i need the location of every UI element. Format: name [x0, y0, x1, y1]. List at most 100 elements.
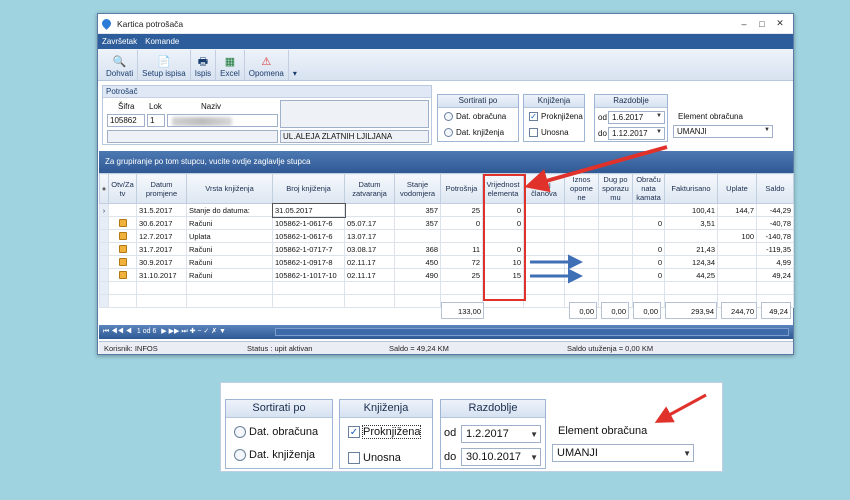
close-button[interactable]: ✕ [771, 18, 789, 29]
unposted-checkbox[interactable]: Unosna [529, 128, 569, 138]
col-header-datum-zatvaranja[interactable]: Datum zatvaranja [344, 173, 395, 204]
cell-paid[interactable] [717, 216, 757, 230]
col-header-saldo[interactable]: Saldo [756, 173, 794, 204]
cell-invoiced[interactable]: 100,41 [664, 203, 718, 217]
cell-doc[interactable]: 105862-1-0617-6 [272, 229, 345, 243]
cell-type[interactable]: Stanje do datuma: [186, 203, 273, 217]
cell-members[interactable] [523, 216, 565, 230]
cell-debt[interactable] [598, 216, 633, 230]
table-row[interactable]: 30.9.2017 Računi 105862-1-0917-8 02.11.17 45… [99, 255, 794, 269]
cell-meter[interactable] [394, 229, 441, 243]
cell-balance[interactable]: -119,35 [756, 242, 794, 256]
cell-usage[interactable]: 25 [440, 268, 483, 282]
table-row[interactable]: 30.6.2017 Računi 105862-1-0617-6 05.07.17 35… [99, 216, 794, 230]
sifra-field[interactable]: 105862 [107, 114, 145, 127]
cell-warn[interactable] [564, 268, 599, 282]
lok-field[interactable]: 1 [147, 114, 165, 127]
cell-doc[interactable]: 31.05.2017 [271, 202, 346, 218]
cell-meter[interactable]: 357 [394, 216, 441, 230]
cell-usage[interactable]: 11 [440, 242, 483, 256]
cell-closed[interactable]: 13.07.17 [344, 229, 395, 243]
date-to-select[interactable]: 1.12.2017 ▼ [608, 127, 665, 140]
col-header-broj[interactable]: Broj knjiženja [272, 173, 345, 204]
fetch-button[interactable]: 🔍 Dohvati [102, 50, 139, 80]
horizontal-scrollbar[interactable] [275, 328, 789, 336]
table-row[interactable]: 12.7.2017 Uplata 105862-1-0617-6 13.07.17 10… [99, 229, 794, 243]
zoom-sort-post-date-radio[interactable]: Dat. knjiženja [234, 449, 315, 462]
col-header-uplate[interactable]: Uplate [717, 173, 757, 204]
cell-interest[interactable]: 0 [632, 242, 665, 256]
zoom-posted-checkbox[interactable]: ✓ Proknjižena [348, 425, 422, 439]
cell-paid[interactable] [717, 242, 757, 256]
nav-first-prev-buttons[interactable]: ⏮ ◀◀ ◀ [103, 328, 132, 335]
cell-paid[interactable] [717, 255, 757, 269]
cell-date[interactable]: 31.10.2017 [136, 268, 187, 282]
cell-members[interactable] [523, 268, 565, 282]
cell-meter[interactable]: 450 [394, 255, 441, 269]
sort-by-post-date-radio[interactable]: Dat. knjiženja [444, 128, 504, 138]
cell-balance[interactable]: -140,78 [756, 229, 794, 243]
print-button[interactable]: 🖶 Ispis [191, 50, 217, 80]
table-row[interactable]: 31.10.2017 Računi 105862-1-1017-10 02.11.17… [99, 268, 794, 282]
sort-by-calc-date-radio[interactable]: Dat. obračuna [444, 112, 506, 122]
cell-usage[interactable] [440, 229, 483, 243]
cell-members[interactable] [523, 242, 565, 256]
cell-closed[interactable]: 02.11.17 [344, 268, 395, 282]
cell-closed[interactable] [344, 203, 395, 217]
cell-balance[interactable]: 49,24 [756, 268, 794, 282]
cell-debt[interactable] [598, 268, 633, 282]
element-select[interactable]: UMANJI ▼ [673, 125, 773, 138]
row-indicator[interactable] [99, 255, 109, 269]
cell-debt[interactable] [598, 242, 633, 256]
cell-doc[interactable]: 105862-1-0717-7 [272, 242, 345, 256]
warning-button[interactable]: ⚠ Opomena [245, 50, 289, 80]
col-header-fakturisano[interactable]: Fakturisano [664, 173, 718, 204]
cell-meter[interactable]: 357 [394, 203, 441, 217]
cell-warn[interactable] [564, 229, 599, 243]
page-setup-button[interactable]: 📄 Setup ispisa [138, 50, 191, 80]
naziv-field[interactable] [167, 114, 278, 127]
col-header-potrosnja[interactable]: Potrošnja [440, 173, 483, 204]
toolbar-overflow-button[interactable]: ▾ [289, 50, 301, 80]
minimize-button[interactable]: – [735, 19, 753, 29]
cell-interest[interactable]: 0 [632, 216, 665, 230]
zoom-unposted-checkbox[interactable]: Unosna [348, 452, 401, 465]
row-indicator[interactable] [99, 216, 109, 230]
cell-doc[interactable]: 105862-1-0917-8 [272, 255, 345, 269]
cell-warn[interactable] [564, 203, 599, 217]
maximize-button[interactable]: □ [753, 19, 771, 29]
zoom-sort-calc-date-radio[interactable]: Dat. obračuna [234, 426, 318, 439]
cell-usage[interactable]: 0 [440, 216, 483, 230]
cell-interest[interactable] [632, 229, 665, 243]
cell-balance[interactable]: 4,99 [756, 255, 794, 269]
date-from-select[interactable]: 1.6.2017 ▼ [608, 111, 665, 124]
col-header-datum-promjene[interactable]: Datum promjene [136, 173, 187, 204]
cell-type[interactable]: Računi [186, 255, 273, 269]
cell-usage[interactable]: 25 [440, 203, 483, 217]
zoom-date-to-select[interactable]: 30.10.2017 ▼ [461, 448, 541, 466]
col-header-clanova[interactable]: Broj članova [523, 173, 565, 204]
cell-closed[interactable]: 03.08.17 [344, 242, 395, 256]
col-header-stanje[interactable]: Stanje vodomjera [394, 173, 441, 204]
col-header-dug[interactable]: Dug po sporazu mu [598, 173, 633, 204]
cell-date[interactable]: 12.7.2017 [136, 229, 187, 243]
cell-members[interactable] [523, 255, 565, 269]
col-header-otv[interactable]: Otv/Za tv [108, 173, 137, 204]
cell-type[interactable]: Računi [186, 242, 273, 256]
cell-members[interactable] [523, 229, 565, 243]
cell-closed[interactable]: 02.11.17 [344, 255, 395, 269]
group-by-hint-bar[interactable]: Za grupiranje po tom stupcu, vucite ovdj… [99, 151, 793, 173]
cell-date[interactable]: 30.9.2017 [136, 255, 187, 269]
cell-type[interactable]: Računi [186, 268, 273, 282]
cell-date[interactable]: 31.7.2017 [136, 242, 187, 256]
col-header-kamata[interactable]: Obraču nata kamata [632, 173, 665, 204]
cell-date[interactable]: 30.6.2017 [136, 216, 187, 230]
nav-next-last-buttons[interactable]: ▶ ▶▶ ⏭ ✚ − ✓ ✗ ▼ [161, 328, 226, 335]
cell-meter[interactable]: 368 [394, 242, 441, 256]
col-header-vrsta[interactable]: Vrsta knjiženja [186, 173, 273, 204]
cell-invoiced[interactable]: 21,43 [664, 242, 718, 256]
cell-invoiced[interactable] [664, 229, 718, 243]
cell-type[interactable]: Računi [186, 216, 273, 230]
posted-checkbox[interactable]: ✓ Proknjižena [529, 112, 583, 122]
cell-interest[interactable] [632, 203, 665, 217]
